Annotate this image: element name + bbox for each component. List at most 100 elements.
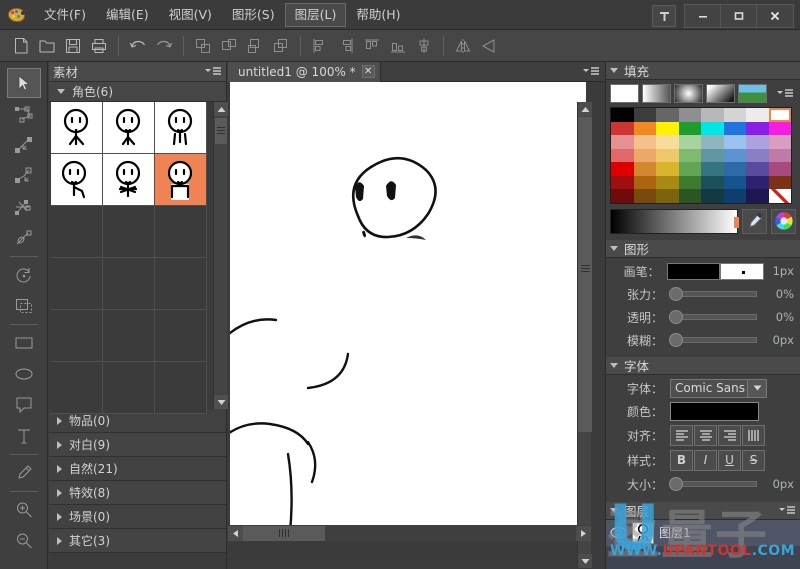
color-swatch[interactable]: [701, 176, 724, 190]
rotate-tool[interactable]: [7, 260, 41, 290]
scroll-up-icon[interactable]: [578, 102, 592, 116]
color-swatch[interactable]: [746, 149, 769, 163]
solid-fill-button[interactable]: [610, 84, 639, 103]
material-category-roles[interactable]: 角色(6): [49, 82, 226, 102]
align-right-icon[interactable]: [333, 33, 359, 59]
speech-bubble-tool[interactable]: [7, 390, 41, 420]
font-family-select[interactable]: Comic Sans MS: [670, 379, 767, 398]
color-swatch[interactable]: [611, 122, 634, 136]
canvas-panel-menu-icon[interactable]: [582, 66, 600, 77]
underline-button[interactable]: U: [718, 450, 741, 471]
brush-size-preview[interactable]: [720, 263, 764, 280]
color-swatch[interactable]: [611, 189, 634, 203]
gradient-marker[interactable]: [734, 217, 739, 228]
menu-view[interactable]: 视图(V): [159, 3, 222, 27]
align-text-left-button[interactable]: [670, 425, 693, 446]
material-thumbnail-empty[interactable]: [51, 310, 103, 362]
scroll-down-icon[interactable]: [578, 554, 592, 568]
angle-gradient-fill-button[interactable]: [706, 84, 735, 103]
layer-panel-menu-icon[interactable]: [778, 505, 796, 516]
color-swatch[interactable]: [634, 162, 657, 176]
material-thumbnail-empty[interactable]: [103, 258, 155, 310]
material-category-effects[interactable]: 特效(8): [49, 481, 226, 505]
star-node-tool[interactable]: [7, 192, 41, 222]
italic-button[interactable]: I: [694, 450, 717, 471]
material-thumbnail-empty[interactable]: [155, 362, 207, 414]
material-thumbnail-empty[interactable]: [51, 362, 103, 414]
color-swatch[interactable]: [769, 135, 792, 149]
canvas-horizontal-scrollbar[interactable]: [228, 525, 591, 541]
scroll-down-icon[interactable]: [214, 395, 228, 409]
color-swatch[interactable]: [769, 162, 792, 176]
material-thumbnail[interactable]: [103, 154, 155, 206]
layer-thumbnail[interactable]: [632, 522, 654, 544]
select-tool[interactable]: [7, 68, 41, 98]
color-swatch[interactable]: [701, 135, 724, 149]
color-swatch[interactable]: [679, 122, 702, 136]
order-forward-icon[interactable]: [216, 33, 242, 59]
material-scrollbar[interactable]: [213, 102, 227, 409]
scrollbar-thumb[interactable]: [243, 526, 325, 541]
color-swatch[interactable]: [611, 108, 634, 122]
image-fill-button[interactable]: [738, 84, 767, 103]
material-thumbnail-empty[interactable]: [103, 362, 155, 414]
slider-knob[interactable]: [669, 333, 683, 347]
color-swatch[interactable]: [679, 176, 702, 190]
minimize-button[interactable]: [685, 5, 721, 27]
transform-tool[interactable]: [7, 291, 41, 321]
color-swatch[interactable]: [746, 122, 769, 136]
scroll-up-icon[interactable]: [214, 102, 228, 116]
ellipse-tool[interactable]: [7, 359, 41, 389]
text-tool[interactable]: [7, 421, 41, 451]
menu-layer[interactable]: 图层(L): [285, 3, 347, 27]
color-swatch[interactable]: [746, 135, 769, 149]
color-swatch[interactable]: [679, 149, 702, 163]
print-document-icon[interactable]: [86, 33, 112, 59]
material-thumbnail-empty[interactable]: [103, 310, 155, 362]
rectangle-tool[interactable]: [7, 328, 41, 358]
slider-knob[interactable]: [669, 310, 683, 324]
blur-slider[interactable]: [670, 337, 757, 343]
order-front-icon[interactable]: [190, 33, 216, 59]
color-swatch[interactable]: [656, 189, 679, 203]
color-swatch[interactable]: [656, 122, 679, 136]
material-thumbnail-empty[interactable]: [155, 258, 207, 310]
color-swatch[interactable]: [724, 162, 747, 176]
color-swatch[interactable]: [679, 108, 702, 122]
material-category-dialogue[interactable]: 对白(9): [49, 433, 226, 457]
layer-row[interactable]: 图层1: [606, 520, 800, 546]
menu-file[interactable]: 文件(F): [34, 3, 96, 27]
new-document-icon[interactable]: [8, 33, 34, 59]
material-panel-menu-icon[interactable]: [202, 65, 222, 79]
color-swatch[interactable]: [724, 149, 747, 163]
material-thumbnail[interactable]: [155, 102, 207, 154]
flip-horizontal-icon[interactable]: [450, 33, 476, 59]
close-button[interactable]: [757, 5, 793, 27]
material-category-others[interactable]: 其它(3): [49, 529, 226, 553]
color-swatch[interactable]: [724, 122, 747, 136]
color-swatch[interactable]: [611, 162, 634, 176]
material-category-nature[interactable]: 自然(21): [49, 457, 226, 481]
chevron-down-icon[interactable]: [610, 246, 618, 251]
color-swatch[interactable]: [679, 162, 702, 176]
tension-slider[interactable]: [670, 291, 757, 297]
chevron-down-icon[interactable]: [610, 363, 618, 368]
color-swatch[interactable]: [656, 149, 679, 163]
color-swatch[interactable]: [634, 108, 657, 122]
material-thumbnail-selected[interactable]: [155, 154, 207, 206]
canvas-viewport[interactable]: [228, 82, 605, 548]
color-swatch[interactable]: [634, 176, 657, 190]
color-swatch[interactable]: [611, 149, 634, 163]
open-document-icon[interactable]: [34, 33, 60, 59]
material-thumbnail[interactable]: [51, 154, 103, 206]
order-backward-icon[interactable]: [242, 33, 268, 59]
save-document-icon[interactable]: [60, 33, 86, 59]
align-text-center-button[interactable]: [694, 425, 717, 446]
color-swatch[interactable]: [746, 176, 769, 190]
color-swatch[interactable]: [769, 122, 792, 136]
align-left-icon[interactable]: [307, 33, 333, 59]
color-swatch[interactable]: [634, 149, 657, 163]
color-swatch[interactable]: [656, 108, 679, 122]
color-swatch[interactable]: [701, 162, 724, 176]
material-thumbnail-empty[interactable]: [155, 310, 207, 362]
